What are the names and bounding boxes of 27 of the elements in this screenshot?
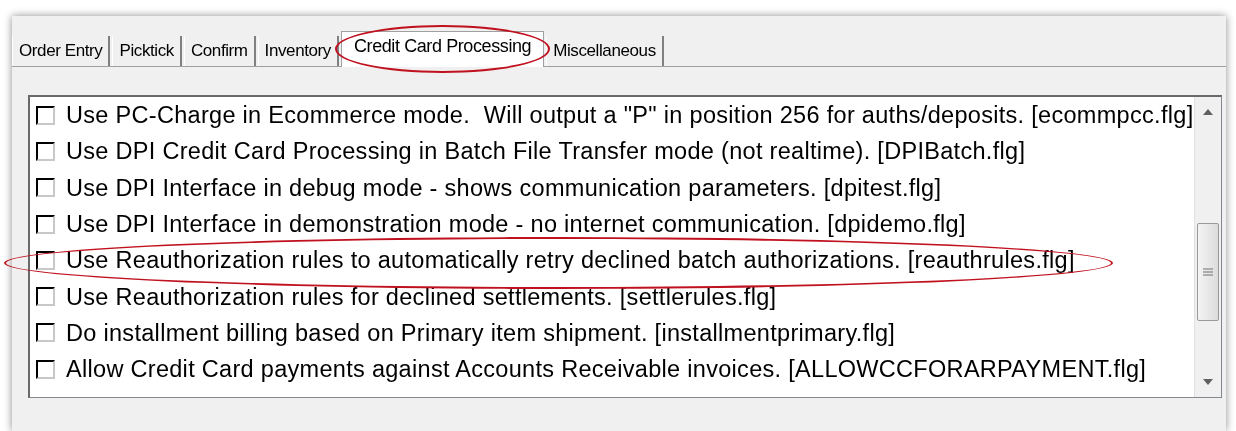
scroll-up-arrow-icon[interactable]: [1203, 109, 1213, 115]
option-label: Use PC-Charge in Ecommerce mode. Will output a "P" in position 256 for auths/deposits. [ecommpcc.flg]: [66, 102, 1194, 129]
checkbox[interactable]: [36, 250, 55, 270]
tab[interactable]: Order Entry: [12, 36, 111, 66]
checkbox[interactable]: [36, 141, 55, 161]
checkbox[interactable]: [36, 359, 55, 379]
option-label: Allow Credit Card payments against Accounts Receivable invoices. [ALLOWCCFORARPAYMENT.flg]: [66, 356, 1147, 383]
tab[interactable]: Credit Card Processing: [340, 31, 545, 67]
option-label: Use Reauthorization rules to automatically retry declined batch authorizations. [reauthrules.flg]: [66, 247, 1075, 274]
scroll-down-arrow-icon[interactable]: [1203, 379, 1213, 385]
checkbox[interactable]: [36, 105, 55, 125]
checkbox[interactable]: [36, 323, 55, 343]
checkbox[interactable]: [36, 214, 55, 234]
option-label: Do installment billing based on Primary item shipment. [installmentprimary.flg]: [66, 319, 896, 346]
checkbox[interactable]: [36, 287, 55, 307]
tab[interactable]: Inventory: [257, 36, 339, 66]
grip-icon: [1203, 268, 1213, 276]
option-label: Use Reauthorization rules for declined settlements. [settlerules.flg]: [66, 283, 777, 310]
checkbox[interactable]: [36, 178, 55, 198]
scrollbar-thumb[interactable]: [1197, 223, 1219, 321]
option-label: Use DPI Interface in debug mode - shows communication parameters. [dpitest.flg]: [66, 174, 942, 201]
tab[interactable]: Confirm: [183, 36, 256, 66]
option-label: Use DPI Credit Card Processing in Batch File Transfer mode (not realtime). [DPIBatch.flg]: [66, 138, 1026, 165]
tab[interactable]: Miscellaneous: [546, 36, 664, 66]
scrollbar[interactable]: [1194, 97, 1221, 397]
option-label: Use DPI Interface in demonstration mode - no internet communication. [dpidemo.flg]: [66, 211, 966, 238]
tab[interactable]: Picktick: [112, 36, 182, 66]
